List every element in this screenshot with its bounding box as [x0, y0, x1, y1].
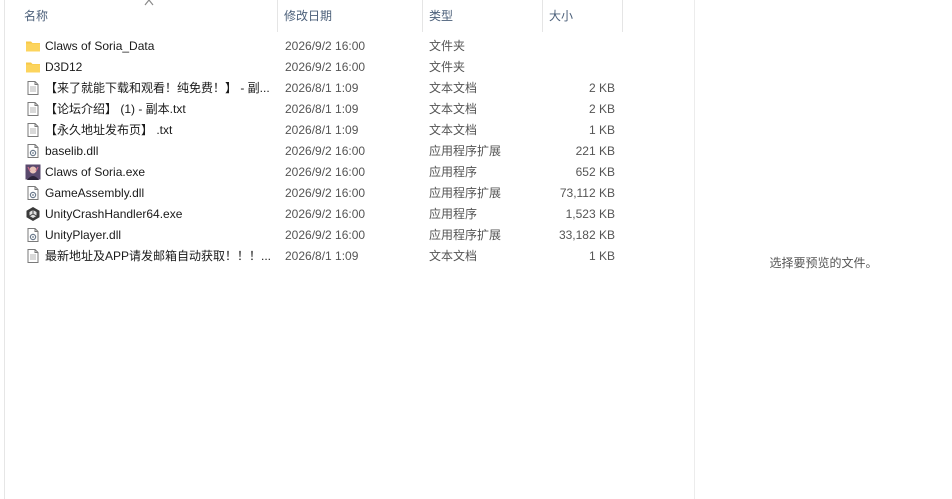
- dll-file-icon: [25, 143, 41, 160]
- preview-pane-divider[interactable]: [694, 0, 695, 499]
- file-type: 应用程序: [429, 165, 478, 179]
- file-size: 1 KB: [588, 249, 615, 263]
- unity-app-icon: [25, 206, 41, 223]
- file-type: 文件夹: [429, 60, 466, 74]
- file-row[interactable]: baselib.dll 2026/9/2 16:00 应用程序扩展 221 KB: [0, 141, 640, 162]
- file-date-modified: 2026/9/2 16:00: [285, 207, 366, 221]
- folder-icon: [25, 38, 41, 55]
- file-name: baselib.dll: [45, 144, 99, 158]
- text-file-icon: [25, 122, 41, 139]
- file-row[interactable]: UnityPlayer.dll 2026/9/2 16:00 应用程序扩展 33,18…: [0, 225, 640, 246]
- column-header-size[interactable]: 大小: [543, 0, 623, 32]
- file-date-modified: 2026/9/2 16:00: [285, 228, 366, 242]
- preview-message: 选择要预览的文件。: [769, 256, 878, 270]
- file-name: 【来了就能下载和观看！纯免费！】 - 副...: [45, 81, 270, 95]
- file-date-modified: 2026/8/1 1:09: [285, 249, 359, 263]
- file-name: UnityCrashHandler64.exe: [45, 207, 183, 221]
- file-date-modified: 2026/9/2 16:00: [285, 165, 366, 179]
- file-size: 2 KB: [588, 102, 615, 116]
- file-size: 33,182 KB: [558, 228, 615, 242]
- text-file-icon: [25, 248, 41, 265]
- file-row[interactable]: 【永久地址发布页】 .txt 2026/8/1 1:09 文本文档 1 KB: [0, 120, 640, 141]
- file-type: 文件夹: [429, 39, 466, 53]
- file-row[interactable]: Claws of Soria_Data 2026/9/2 16:00 文件夹: [0, 36, 640, 57]
- file-row[interactable]: 最新地址及APP请发邮箱自动获取！！！... 2026/8/1 1:09 文本文档 1…: [0, 246, 640, 267]
- file-date-modified: 2026/8/1 1:09: [285, 102, 359, 116]
- file-name: 【论坛介绍】 (1) - 副本.txt: [45, 102, 186, 116]
- file-type: 应用程序扩展: [429, 186, 502, 200]
- file-size: 2 KB: [588, 81, 615, 95]
- file-name: Claws of Soria.exe: [45, 165, 146, 179]
- file-row[interactable]: D3D12 2026/9/2 16:00 文件夹: [0, 57, 640, 78]
- file-name: GameAssembly.dll: [45, 186, 145, 200]
- file-name: UnityPlayer.dll: [45, 228, 122, 242]
- file-size: 652 KB: [575, 165, 615, 179]
- file-row[interactable]: UnityCrashHandler64.exe 2026/9/2 16:00 应用程…: [0, 204, 640, 225]
- text-file-icon: [25, 80, 41, 97]
- file-type: 文本文档: [429, 249, 478, 263]
- file-size: 221 KB: [575, 144, 615, 158]
- file-row[interactable]: GameAssembly.dll 2026/9/2 16:00 应用程序扩展 73,1…: [0, 183, 640, 204]
- file-name: 【永久地址发布页】 .txt: [45, 123, 173, 137]
- file-type: 应用程序扩展: [429, 228, 502, 242]
- game-app-icon: [25, 164, 41, 181]
- text-file-icon: [25, 101, 41, 118]
- folder-icon: [25, 59, 41, 76]
- file-date-modified: 2026/9/2 16:00: [285, 39, 366, 53]
- file-row[interactable]: 【来了就能下载和观看！纯免费！】 - 副... 2026/8/1 1:09 文本文档…: [0, 78, 640, 99]
- file-name: 最新地址及APP请发邮箱自动获取！！！...: [45, 249, 272, 263]
- file-date-modified: 2026/8/1 1:09: [285, 123, 359, 137]
- file-date-modified: 2026/9/2 16:00: [285, 186, 366, 200]
- file-explorer: 名称 修改日期 类型 大小 Claws of Soria_Data 2026/9/…: [0, 0, 952, 499]
- file-size: 73,112 KB: [559, 186, 615, 200]
- file-type: 文本文档: [429, 81, 478, 95]
- file-size: [540, 36, 615, 57]
- file-size: 1 KB: [588, 123, 615, 137]
- file-row[interactable]: 【论坛介绍】 (1) - 副本.txt 2026/8/1 1:09 文本文档 2 KB: [0, 99, 640, 120]
- file-type: 应用程序扩展: [429, 144, 502, 158]
- file-date-modified: 2026/9/2 16:00: [285, 144, 366, 158]
- file-size: [540, 57, 615, 78]
- file-type: 应用程序: [429, 207, 478, 221]
- file-name: Claws of Soria_Data: [45, 39, 155, 53]
- column-header-type[interactable]: 类型: [423, 0, 543, 32]
- file-row[interactable]: Claws of Soria.exe 2026/9/2 16:00 应用程序 652 …: [0, 162, 640, 183]
- file-list: Claws of Soria_Data 2026/9/2 16:00 文件夹 D3D1…: [0, 36, 640, 267]
- column-header-name[interactable]: 名称: [18, 0, 278, 32]
- file-type: 文本文档: [429, 102, 478, 116]
- file-size: 1,523 KB: [565, 207, 615, 221]
- file-type: 文本文档: [429, 123, 478, 137]
- column-header-date[interactable]: 修改日期: [278, 0, 423, 32]
- column-header-bar: 名称 修改日期 类型 大小: [5, 0, 623, 32]
- dll-file-icon: [25, 185, 41, 202]
- file-date-modified: 2026/8/1 1:09: [285, 81, 359, 95]
- dll-file-icon: [25, 227, 41, 244]
- file-name: D3D12: [45, 60, 83, 74]
- file-date-modified: 2026/9/2 16:00: [285, 60, 366, 74]
